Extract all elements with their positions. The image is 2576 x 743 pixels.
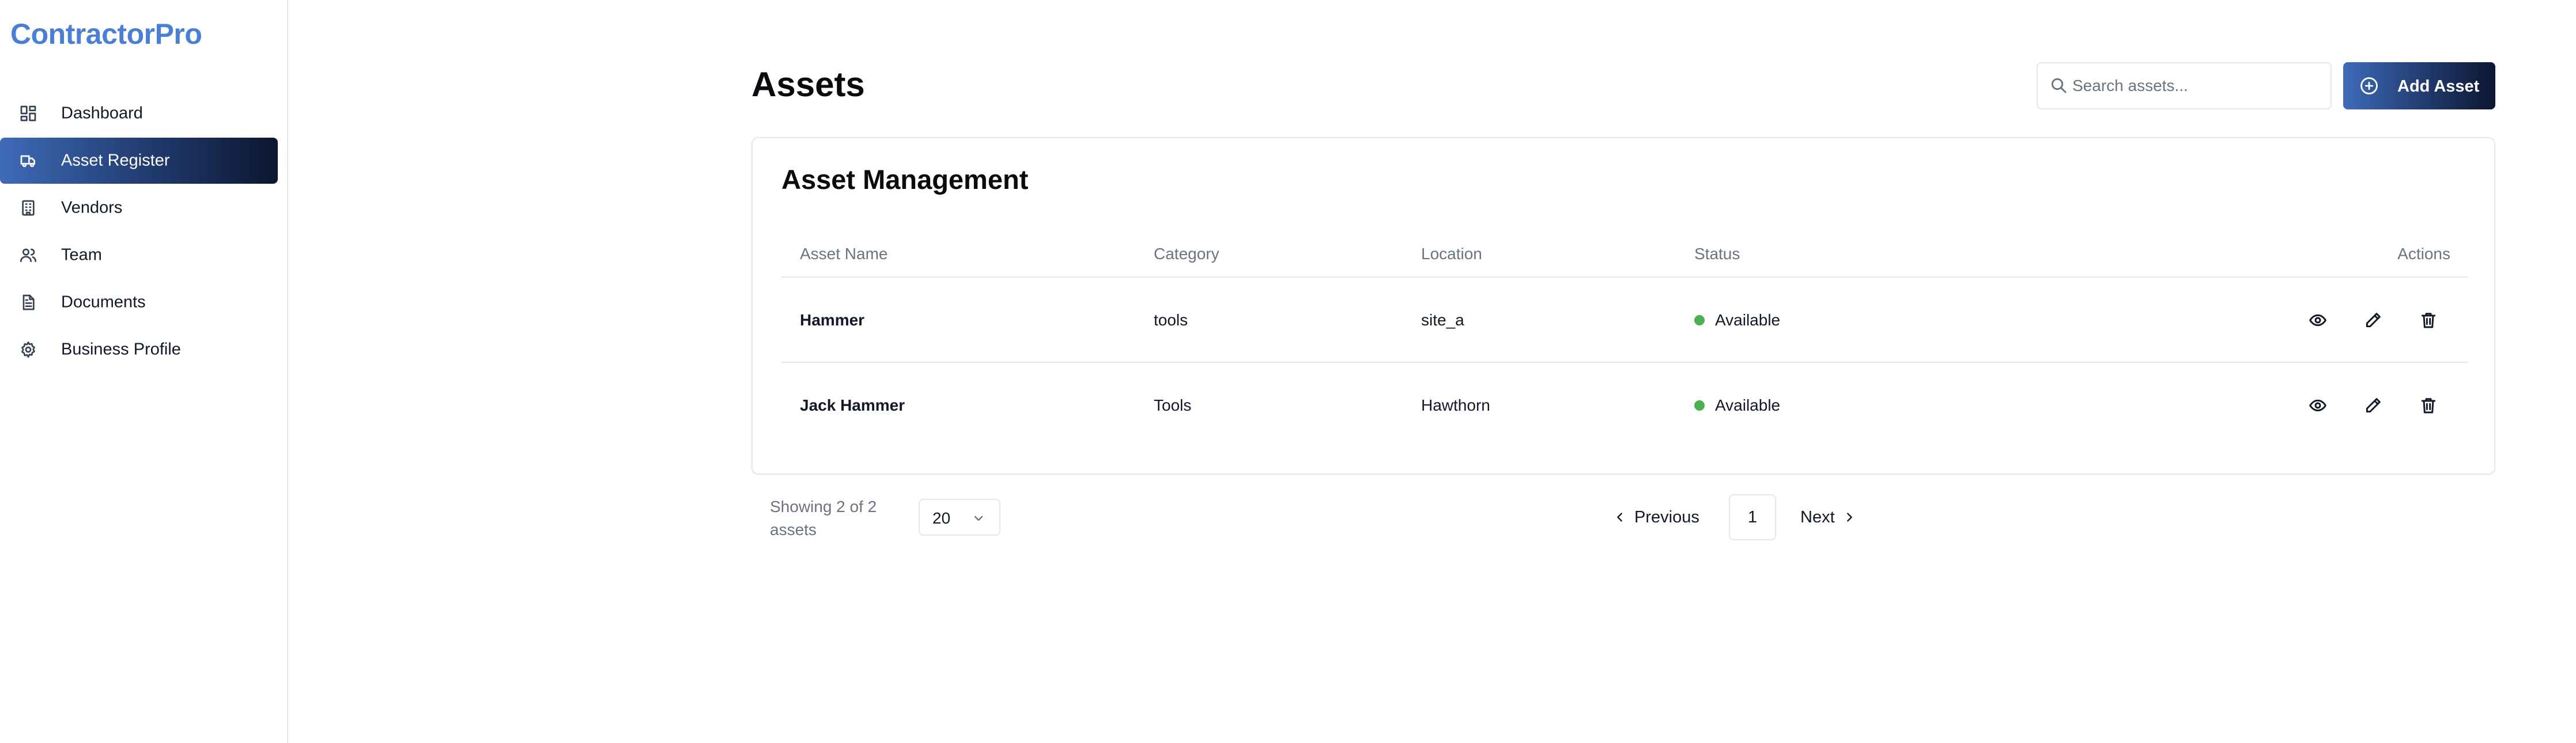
plus-circle-icon <box>2359 76 2379 96</box>
dashboard-icon <box>18 104 38 123</box>
sidebar-item-label: Documents <box>61 293 146 312</box>
building-icon <box>18 198 38 218</box>
add-asset-label: Add Asset <box>2397 77 2480 96</box>
delete-icon[interactable] <box>2418 395 2439 416</box>
sidebar-item-documents[interactable]: Documents <box>0 279 278 325</box>
view-icon[interactable] <box>2307 395 2328 416</box>
sidebar-item-label: Team <box>61 245 102 264</box>
sidebar-item-business-profile[interactable]: Business Profile <box>0 327 278 373</box>
sidebar: ContractorPro Dashboard Asset Register V… <box>0 0 288 743</box>
gear-icon <box>18 340 38 359</box>
search-input[interactable] <box>2072 63 2326 108</box>
sidebar-item-vendors[interactable]: Vendors <box>0 185 278 231</box>
brand-logo[interactable]: ContractorPro <box>10 17 202 51</box>
chevron-right-icon <box>1846 513 1852 522</box>
sidebar-item-asset-register[interactable]: Asset Register <box>0 138 278 184</box>
sidebar-item-team[interactable]: Team <box>0 232 278 278</box>
next-page-button[interactable]: Next <box>1800 494 1864 540</box>
status-text: Available <box>1715 396 1781 414</box>
app-root: ContractorPro Dashboard Asset Register V… <box>0 0 2576 743</box>
row-actions <box>2307 363 2439 448</box>
showing-count-line1: Showing 2 of 2 <box>770 498 877 515</box>
location-cell: site_a <box>1421 311 1464 329</box>
document-icon <box>18 293 38 312</box>
status-badge: Available <box>1694 278 1780 363</box>
sidebar-item-label: Vendors <box>61 198 123 217</box>
sidebar-item-label: Asset Register <box>61 151 170 170</box>
category-cell: Tools <box>1154 396 1192 414</box>
status-dot-icon <box>1694 400 1705 411</box>
truck-icon <box>18 151 38 170</box>
chevron-down-icon <box>972 511 985 525</box>
edit-icon[interactable] <box>2363 395 2384 416</box>
table-header: Asset Name Category Location Status Acti… <box>781 230 2468 278</box>
sidebar-item-label: Business Profile <box>61 340 181 359</box>
showing-count-line2: assets <box>770 521 817 539</box>
asset-name-cell: Jack Hammer <box>800 396 905 414</box>
chevron-left-icon <box>1617 513 1622 522</box>
table-row[interactable]: Jack Hammer Tools Hawthorn Available <box>781 363 2468 448</box>
status-text: Available <box>1715 311 1781 329</box>
assets-table: Asset Name Category Location Status Acti… <box>781 230 2468 448</box>
location-cell: Hawthorn <box>1421 396 1490 414</box>
column-header-asset-name[interactable]: Asset Name <box>800 230 888 278</box>
users-icon <box>18 245 38 265</box>
page-number-button[interactable]: 1 <box>1729 494 1776 540</box>
previous-label: Previous <box>1634 507 1699 526</box>
page-size-select[interactable]: 20 <box>919 499 1000 536</box>
next-label: Next <box>1800 507 1835 526</box>
card-title: Asset Management <box>781 164 1029 195</box>
category-cell: tools <box>1154 311 1188 329</box>
search-box[interactable] <box>2037 62 2332 109</box>
status-badge: Available <box>1694 363 1780 448</box>
page-title: Assets <box>751 65 865 104</box>
column-header-actions: Actions <box>2397 245 2450 263</box>
row-actions <box>2307 278 2439 363</box>
delete-icon[interactable] <box>2418 310 2439 331</box>
showing-count: Showing 2 of 2 assets <box>770 495 908 541</box>
add-asset-button[interactable]: Add Asset <box>2343 62 2495 109</box>
asset-name-cell: Hammer <box>800 311 865 329</box>
asset-management-card: Asset Management Asset Name Category Loc… <box>751 137 2495 475</box>
edit-icon[interactable] <box>2363 310 2384 331</box>
column-header-category[interactable]: Category <box>1154 230 1219 278</box>
table-row[interactable]: Hammer tools site_a Available <box>781 278 2468 363</box>
column-header-location[interactable]: Location <box>1421 230 1482 278</box>
search-icon <box>2049 76 2068 94</box>
previous-page-button[interactable]: Previous <box>1614 494 1712 540</box>
column-header-status[interactable]: Status <box>1694 230 1740 278</box>
sidebar-item-dashboard[interactable]: Dashboard <box>0 90 278 137</box>
view-icon[interactable] <box>2307 310 2328 331</box>
sidebar-item-label: Dashboard <box>61 104 143 123</box>
status-dot-icon <box>1694 315 1705 325</box>
page-size-value: 20 <box>932 509 951 527</box>
